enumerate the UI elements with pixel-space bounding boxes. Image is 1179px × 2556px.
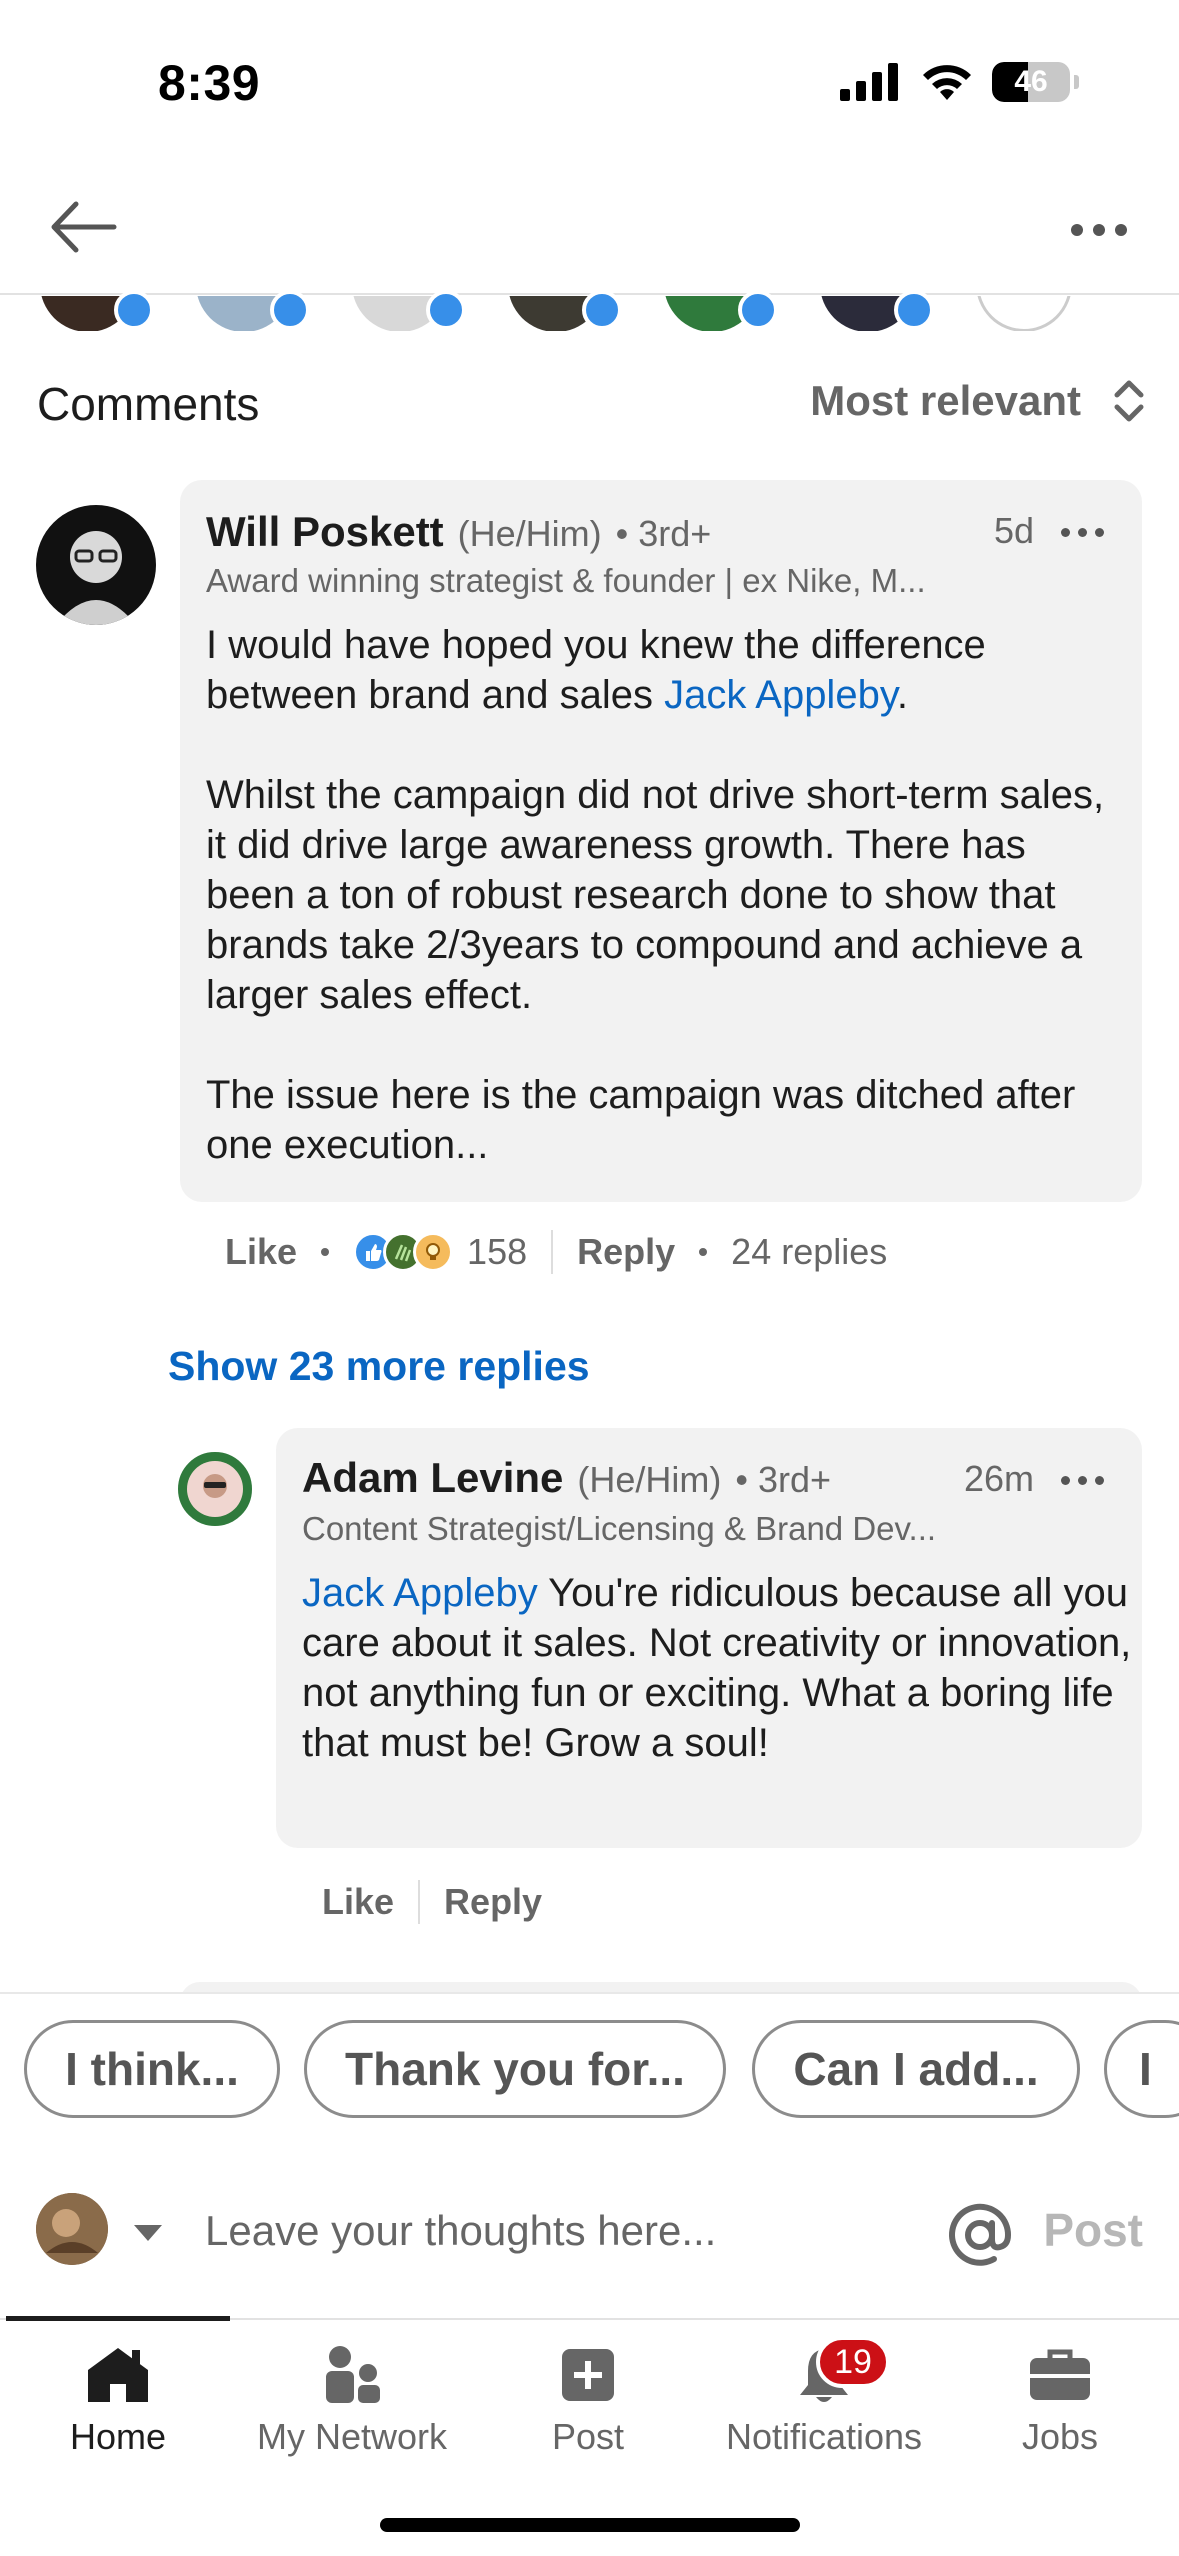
sort-label: Most relevant: [810, 377, 1081, 424]
comment-body: I would have hoped you knew the differen…: [206, 623, 1105, 1167]
reply-actions: Like Reply: [322, 1880, 542, 1924]
comment-time: 5d: [993, 510, 1034, 551]
nav-home[interactable]: Home: [0, 2320, 236, 2460]
reply-author-pronouns: (He/Him): [577, 1459, 722, 1500]
suggestion-chip[interactable]: Thank you for...: [304, 2020, 726, 2118]
reply-button[interactable]: Reply: [577, 1231, 675, 1273]
reply-author-headline: Content Strategist/Licensing & Brand Dev…: [302, 1510, 937, 1547]
sort-chevrons-icon: [1114, 380, 1144, 422]
comments-title: Comments: [37, 378, 260, 430]
sort-dropdown[interactable]: Most relevant: [810, 377, 1147, 425]
comment-author-name[interactable]: Will Poskett: [206, 508, 444, 556]
nav-my-network[interactable]: My Network: [234, 2320, 470, 2460]
home-icon: [88, 2348, 148, 2402]
comment-author-pronouns: (He/Him): [457, 513, 602, 554]
comment-bubble: Will Poskett (He/Him) • 3rd+ 5d Award wi…: [180, 480, 1142, 1202]
reply-mention-link[interactable]: Jack Appleby: [302, 1571, 538, 1615]
mention-link[interactable]: Jack Appleby: [664, 673, 897, 717]
reply-more-button[interactable]: [1061, 1476, 1104, 1485]
like-reaction-icon: [894, 290, 934, 330]
connection-degree: • 3rd+: [615, 513, 712, 554]
top-nav: [0, 150, 1179, 295]
like-reaction-icon: [738, 290, 778, 330]
reply-body: Jack Appleby You're ridiculous because a…: [302, 1571, 1132, 1765]
reply-author-name[interactable]: Adam Levine: [302, 1454, 563, 1502]
suggestion-chip[interactable]: I: [1104, 2020, 1179, 2118]
replies-count[interactable]: 24 replies: [731, 1231, 887, 1273]
status-icons: 46: [840, 62, 1079, 102]
comment-author-headline: Award winning strategist & founder | ex …: [206, 562, 926, 599]
nav-notifications[interactable]: 19 Notifications: [706, 2320, 942, 2460]
nav-jobs[interactable]: Jobs: [942, 2320, 1178, 2460]
reply-bubble: Adam Levine (He/Him) • 3rd+ 26m Content …: [276, 1428, 1142, 1848]
reaction-icons[interactable]: [353, 1232, 454, 1272]
comment-composer: Leave your thoughts here... Post: [0, 2135, 1179, 2320]
reply-reply-button[interactable]: Reply: [444, 1881, 542, 1923]
like-button[interactable]: Like: [225, 1231, 297, 1273]
show-more-replies-link[interactable]: Show 23 more replies: [168, 1343, 590, 1390]
my-avatar[interactable]: [36, 2193, 108, 2265]
wifi-icon: [923, 65, 971, 100]
status-time: 8:39: [158, 55, 261, 111]
suggestion-chips: I think... Thank you for... Can I add...…: [0, 1992, 1179, 2132]
battery-icon: 46: [992, 62, 1070, 102]
suggestion-chip[interactable]: Can I add...: [752, 2020, 1080, 2118]
network-icon: [326, 2346, 380, 2403]
mention-at-icon[interactable]: [946, 2201, 1014, 2269]
identity-dropdown-icon[interactable]: [132, 2223, 164, 2243]
nav-post[interactable]: Post: [470, 2320, 706, 2460]
post-comment-button[interactable]: Post: [1043, 2203, 1143, 2257]
like-reaction-icon: [270, 290, 310, 330]
post-icon: [562, 2349, 614, 2401]
notifications-badge: 19: [816, 2336, 890, 2388]
reaction-count[interactable]: 158: [467, 1231, 527, 1273]
back-button[interactable]: [44, 192, 124, 262]
like-reaction-icon: [426, 290, 466, 330]
arrow-left-icon: [51, 201, 117, 253]
signal-icon: [840, 63, 898, 101]
comment-actions: Like 158 Reply 24 replies: [225, 1230, 887, 1274]
reply-connection-degree: • 3rd+: [735, 1459, 832, 1500]
home-indicator: [380, 2518, 800, 2532]
battery-level: 46: [1014, 65, 1048, 98]
like-reaction-icon: [582, 290, 622, 330]
briefcase-icon: [1030, 2349, 1090, 2400]
insightful-reaction-icon: [413, 1232, 454, 1272]
commenter-avatar[interactable]: [36, 505, 156, 625]
more-reactors[interactable]: [976, 296, 1072, 331]
status-bar: 8:39 46: [0, 0, 1179, 150]
comment-input[interactable]: Leave your thoughts here...: [205, 2207, 716, 2255]
more-options-button[interactable]: [1059, 210, 1139, 250]
comment-more-button[interactable]: [1061, 528, 1104, 537]
reply-time: 26m: [963, 1458, 1034, 1499]
comments-header: Comments Most relevant: [37, 372, 1147, 442]
reply-author-avatar[interactable]: [178, 1452, 252, 1526]
reply-like-button[interactable]: Like: [322, 1881, 394, 1923]
suggestion-chip[interactable]: I think...: [24, 2020, 280, 2118]
like-reaction-icon: [114, 290, 154, 330]
